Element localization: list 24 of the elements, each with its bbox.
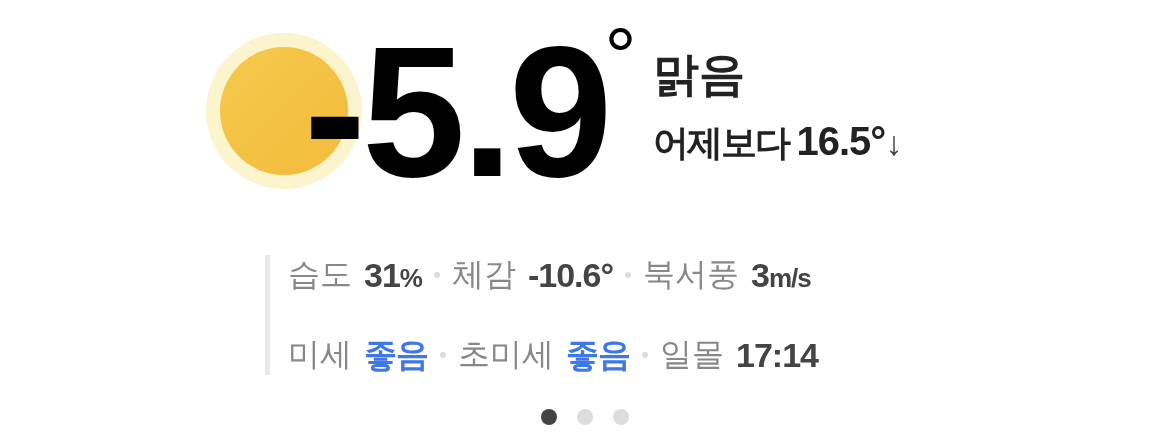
detail-value: 좋음 bbox=[566, 334, 630, 375]
trend-arrow: ↓ bbox=[885, 124, 903, 163]
page-dot[interactable] bbox=[613, 409, 629, 425]
detail-value: 31% bbox=[364, 255, 422, 295]
detail-label: 일몰 bbox=[660, 335, 724, 374]
degree-sign: ° bbox=[604, 27, 637, 87]
separator-dot bbox=[642, 352, 648, 358]
detail-label: 북서풍 bbox=[643, 255, 740, 294]
detail-value: 17:14 bbox=[736, 335, 818, 375]
separator-dot bbox=[440, 352, 446, 358]
detail-label: 습도 bbox=[288, 255, 352, 294]
page-dot[interactable] bbox=[577, 409, 593, 425]
comparison-value: 16.5° bbox=[796, 119, 886, 164]
detail-label: 미세 bbox=[288, 335, 352, 374]
detail-label: 초미세 bbox=[458, 335, 554, 374]
detail-value: 좋음 bbox=[364, 334, 428, 375]
detail-label: 체감 bbox=[451, 255, 516, 294]
comparison-label: 어제보다 bbox=[652, 121, 789, 165]
separator-dot bbox=[625, 272, 632, 278]
detail-value: -10.6° bbox=[527, 255, 614, 295]
detail-value: 3m/s bbox=[751, 255, 811, 295]
weather-condition: 맑음 bbox=[652, 47, 746, 102]
separator-dot bbox=[433, 272, 440, 278]
page-dot[interactable] bbox=[541, 409, 557, 425]
